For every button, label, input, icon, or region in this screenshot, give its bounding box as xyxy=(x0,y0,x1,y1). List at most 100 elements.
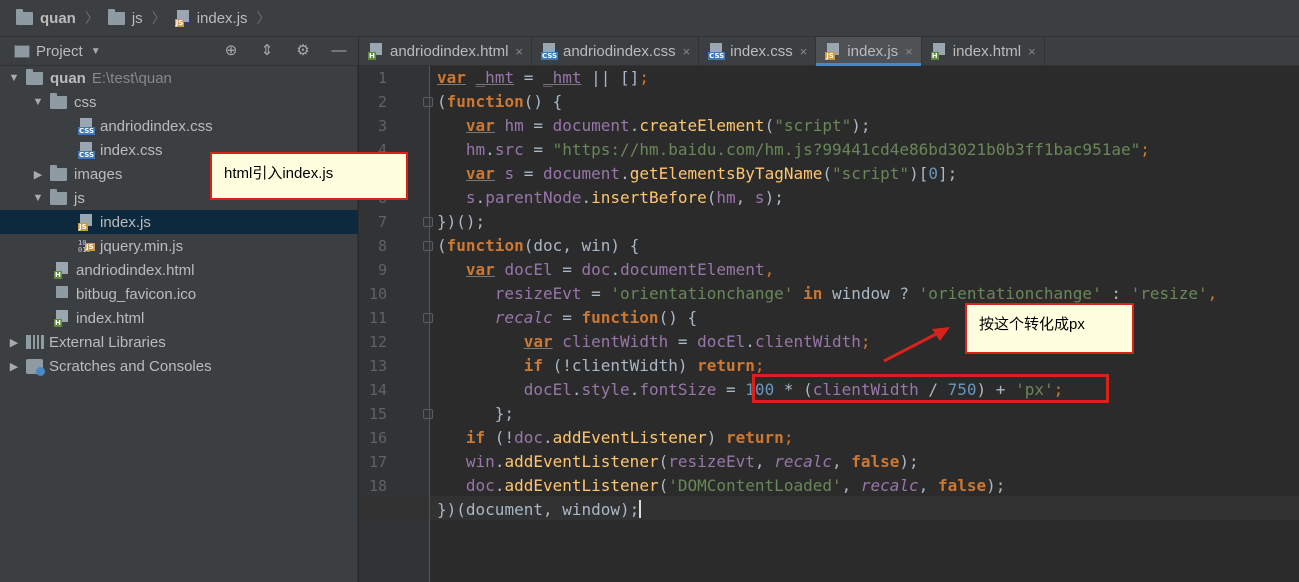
line-number: 13 xyxy=(368,357,387,375)
tree-item-html-file[interactable]: H andriodindex.html xyxy=(0,258,358,282)
breadcrumb-root[interactable]: quan xyxy=(16,8,76,27)
tree-item-ico-file[interactable]: bitbug_favicon.ico xyxy=(0,282,358,306)
tab-andriodindex-css[interactable]: CSS andriodindex.css × xyxy=(532,37,700,66)
expanded-arrow-icon: ▼ xyxy=(32,96,44,108)
code-line: if (!clientWidth) return; xyxy=(523,356,765,375)
collapsed-arrow-icon: ▶ xyxy=(9,360,19,373)
code-line: if (!doc.addEventListener) return; xyxy=(465,428,794,447)
code-line: var clientWidth = docEl.clientWidth; xyxy=(523,332,871,351)
gear-icon[interactable]: ⚙ xyxy=(294,41,312,59)
folder-icon xyxy=(50,188,67,205)
line-number: 17 xyxy=(368,453,387,471)
fold-marker-icon[interactable] xyxy=(423,241,433,251)
code-line: var s = document.getElementsByTagName("s… xyxy=(465,164,958,183)
js-file-icon: JS xyxy=(174,9,191,27)
tree-item-external-libraries[interactable]: ▶ External Libraries xyxy=(0,330,358,354)
breadcrumb-root-label: quan xyxy=(40,9,76,27)
tree-item-root[interactable]: ▼ quan E:\test\quan xyxy=(0,66,358,90)
annotation-arrow-icon xyxy=(883,327,950,363)
collapsed-arrow-icon: ▶ xyxy=(33,168,43,181)
tab-index-html[interactable]: Hindex.html × xyxy=(922,37,1045,66)
annotation-note: html引入index.js xyxy=(210,152,408,200)
expanded-arrow-icon: ▼ xyxy=(8,72,20,84)
minified-js-file-icon: 10010JS xyxy=(78,238,95,253)
tab-label: index.css xyxy=(730,43,793,60)
tree-item-label: css xyxy=(74,93,97,111)
code-line: }; xyxy=(494,404,515,423)
line-number: 2 xyxy=(377,93,387,111)
folder-icon xyxy=(16,8,33,25)
library-icon xyxy=(26,335,44,349)
close-icon[interactable]: × xyxy=(800,44,808,59)
code-line: hm.src = "https://hm.baidu.com/hm.js?994… xyxy=(465,140,1150,159)
tree-item-css-folder[interactable]: ▼ css xyxy=(0,90,358,114)
close-icon[interactable]: × xyxy=(1028,44,1036,59)
fold-marker-icon[interactable] xyxy=(423,409,433,419)
collapsed-arrow-icon: ▶ xyxy=(9,336,19,349)
breadcrumb-separator: 〉 xyxy=(151,10,166,26)
breadcrumb-file-label: index.js xyxy=(196,9,248,27)
breadcrumb-folder[interactable]: js xyxy=(107,8,143,27)
code-line: recalc = function() { xyxy=(494,308,698,327)
css-file-icon: CSS xyxy=(541,43,559,60)
line-number: 7 xyxy=(377,213,387,231)
html-file-icon: H xyxy=(54,261,70,279)
breadcrumb-file[interactable]: JS index.js xyxy=(174,9,248,27)
tree-item-label: index.html xyxy=(76,309,145,327)
line-number: 10 xyxy=(368,285,387,303)
text-caret xyxy=(639,500,642,518)
tab-label: andriodindex.css xyxy=(563,43,676,60)
breadcrumb-separator: 〉 xyxy=(256,10,271,26)
code-editor[interactable]: 12345678910111213141516171819 var _hmt =… xyxy=(359,66,1299,582)
html-file-icon: H xyxy=(54,309,70,327)
tree-item-html-file[interactable]: H index.html xyxy=(0,306,358,330)
project-tree: ▼ quan E:\test\quan ▼ css CSS andriodind… xyxy=(0,66,358,582)
code-line: var _hmt = _hmt || []; xyxy=(437,68,649,87)
locate-icon[interactable]: ⊕ xyxy=(222,41,240,59)
html-file-icon: H xyxy=(368,43,384,60)
close-icon[interactable]: × xyxy=(515,44,523,59)
project-icon xyxy=(14,44,30,58)
annotation-note: 按这个转化成px xyxy=(965,303,1134,354)
tree-item-label: js xyxy=(74,189,85,207)
fold-marker-icon[interactable] xyxy=(423,97,433,107)
code-line: var docEl = doc.documentElement, xyxy=(465,260,775,279)
fold-marker-icon[interactable] xyxy=(423,217,433,227)
breadcrumb-folder-label: js xyxy=(131,9,143,27)
tree-item-css-file[interactable]: CSS andriodindex.css xyxy=(0,114,358,138)
folder-icon xyxy=(50,164,67,181)
fold-marker-icon[interactable] xyxy=(423,313,433,323)
line-number: 1 xyxy=(377,69,387,87)
breadcrumb: quan 〉 js 〉 JS index.js 〉 xyxy=(0,0,1299,37)
code-line: (function() { xyxy=(437,92,563,111)
tree-item-label: index.css xyxy=(100,141,163,159)
line-number: 11 xyxy=(368,309,387,327)
line-number: 18 xyxy=(368,477,387,495)
tree-item-label: External Libraries xyxy=(49,333,166,351)
project-toolbar: Project ▼ ⊕ ⇕ ⚙ — xyxy=(0,37,358,66)
tab-index-js[interactable]: JS index.js × xyxy=(816,37,922,66)
breadcrumb-separator: 〉 xyxy=(84,10,99,26)
dropdown-arrow-icon: ▼ xyxy=(90,45,101,57)
hide-panel-icon[interactable]: — xyxy=(330,41,348,59)
close-icon[interactable]: × xyxy=(905,44,913,59)
ide-window: quan 〉 js 〉 JS index.js 〉 Project ▼ ⊕ ⇕ ⚙… xyxy=(0,0,1299,582)
scratches-icon xyxy=(26,358,45,376)
tree-item-scratches[interactable]: ▶ Scratches and Consoles xyxy=(0,354,358,378)
html-file-icon: H xyxy=(930,43,947,60)
js-file-icon: JS xyxy=(78,213,94,231)
css-file-icon: CSS xyxy=(708,43,726,60)
highlight-frame xyxy=(752,374,1109,403)
collapse-all-icon[interactable]: ⇕ xyxy=(258,41,276,59)
code-line: })(document, window); xyxy=(437,500,642,519)
close-icon[interactable]: × xyxy=(683,44,691,59)
tree-item-label: andriodindex.css xyxy=(100,117,213,135)
tree-item-js-file[interactable]: 10010JS jquery.min.js xyxy=(0,234,358,258)
css-file-icon: CSS xyxy=(78,117,96,135)
tree-item-js-file-selected[interactable]: JS index.js xyxy=(0,210,358,234)
tab-andriodindex-html[interactable]: Handriodindex.html × xyxy=(359,37,532,66)
code-line: s.parentNode.insertBefore(hm, s); xyxy=(465,188,784,207)
project-view-selector[interactable]: Project ▼ xyxy=(14,43,101,60)
folder-icon xyxy=(107,8,125,25)
tab-index-css[interactable]: CSS index.css × xyxy=(699,37,817,66)
